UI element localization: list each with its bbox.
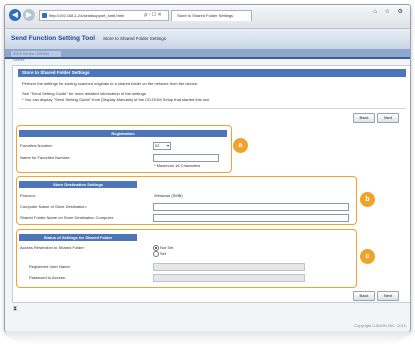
scroll-top-icon[interactable]: ⧗ [13, 306, 17, 313]
forward-arrow-icon[interactable]: ▶ [23, 9, 35, 21]
app-subtitle: Store to Shared Folder Settings [103, 36, 167, 41]
browser-toolbar: ◀ ▶ http://192.168.1.24/sendsupport_smb.… [5, 5, 410, 29]
favorites-name-input[interactable] [153, 154, 219, 162]
section-title: Store to Shared Folder Settings [18, 69, 406, 77]
app-header: Send Function Setting Tool Store to Shar… [5, 29, 410, 49]
favorites-name-label: Name for Favorites Number: [20, 155, 71, 160]
page-favicon-icon [42, 13, 47, 18]
favorites-number-select[interactable]: 02 ▾ [153, 142, 171, 150]
destination-title: Store Destination Settings [19, 181, 137, 188]
next-button-bottom[interactable]: Next [377, 291, 399, 301]
not-set-label: Not Set [160, 245, 174, 250]
settings-panel: Store to Shared Folder Settings Perform … [12, 65, 410, 303]
next-button[interactable]: Next [377, 113, 399, 123]
home-star-gear-icons[interactable]: ⌂ ☆ ⚙ [373, 8, 406, 15]
back-button[interactable]: Back [353, 113, 375, 123]
description-line-2: See "Send Setting Guide" for more detail… [22, 91, 147, 96]
frame-shadow [6, 331, 409, 345]
address-tools[interactable]: ρ - ☐ ✕ [138, 10, 169, 21]
registration-group: Registration Favorites Number: 02 ▾ Name… [16, 125, 232, 173]
registered-user-label: Registered User Name: [29, 264, 71, 269]
callout-badge-c: c [360, 249, 375, 264]
password-label: Password to Access: [29, 275, 66, 280]
registration-title: Registration [19, 130, 227, 137]
registered-user-input [153, 263, 305, 271]
status-title: Status of Settings for Shared Folder [19, 234, 137, 241]
callout-badge-b: b [360, 192, 375, 207]
access-restriction-label: Access Restriction to Shared Folder: [20, 245, 85, 250]
divider [18, 108, 406, 109]
set-radio[interactable] [153, 251, 159, 257]
device-bar: iRFA Series / MF6xx Series [5, 49, 410, 62]
address-url: http://192.168.1.24/sendsupport_smb.html [49, 13, 124, 18]
back-button-bottom[interactable]: Back [353, 291, 375, 301]
back-arrow-icon[interactable]: ◀ [9, 9, 21, 21]
computer-name-label: Computer Name of Store Destination: [20, 204, 87, 209]
copyright-text: Copyright CANON INC. 2015 [354, 323, 406, 328]
app-title: Send Function Setting Tool [11, 35, 96, 42]
favorites-number-label: Favorites Number: [20, 143, 53, 148]
protocol-value: Windows (SMB) [154, 193, 183, 198]
protocol-label: Protocol: [20, 193, 36, 198]
computer-name-input[interactable] [153, 203, 349, 211]
set-label: Set [160, 251, 167, 256]
divider [5, 57, 410, 59]
description-line-1: Perform the settings for storing scanned… [22, 81, 199, 86]
destination-group: Store Destination Settings Protocol: Win… [16, 176, 357, 225]
max-characters-note: * Maximum 16 Characters [154, 163, 201, 168]
browser-tab[interactable]: Store to Shared Folder Settings [171, 10, 252, 21]
password-input [153, 274, 305, 282]
description-line-3: * You can display "Send Setting Guide" f… [22, 97, 211, 102]
callout-badge-a: a [233, 138, 248, 153]
shared-folder-input[interactable] [153, 214, 349, 222]
chevron-down-icon: ▾ [166, 143, 169, 148]
address-bar[interactable]: http://192.168.1.24/sendsupport_smb.html [39, 10, 148, 21]
browser-window: ◀ ▶ http://192.168.1.24/sendsupport_smb.… [4, 4, 411, 332]
shared-folder-label: Shared Folder Name on Store Destination … [20, 215, 115, 220]
favorites-number-value: 02 [155, 143, 160, 148]
status-group: Status of Settings for Shared Folder Acc… [16, 229, 357, 288]
